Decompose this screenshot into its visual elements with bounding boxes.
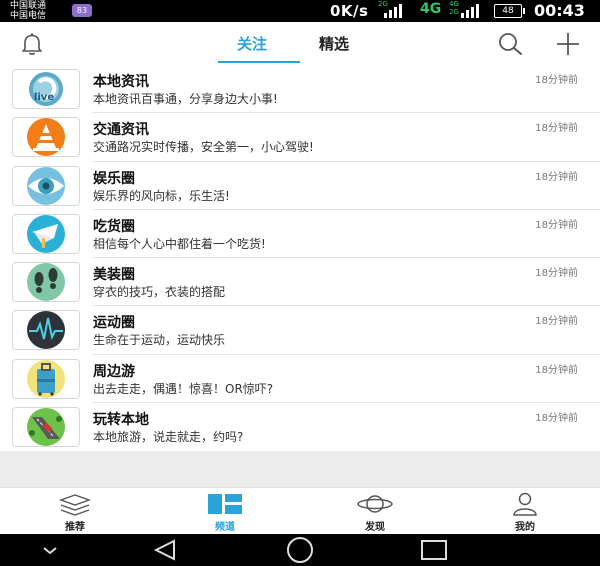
channel-title: 交通资讯 <box>93 122 149 139</box>
signal-strength-icon <box>384 2 414 18</box>
channel-title: 娱乐圈 <box>93 170 135 187</box>
eye-icon <box>12 165 80 206</box>
carrier-2: 中国电信 <box>10 11 47 21</box>
channel-time: 18分钟前 <box>535 123 578 135</box>
battery-level: 48 <box>502 6 514 16</box>
network-4g-small: 4G <box>449 0 459 8</box>
luggage-icon <box>12 358 80 399</box>
user-icon <box>513 492 537 516</box>
channel-time: 18分钟前 <box>535 171 578 183</box>
clock: 00:43 <box>534 1 585 20</box>
search-icon[interactable] <box>495 31 525 57</box>
svg-text:live: live <box>34 92 54 103</box>
channel-description: 生命在于运动，运动快乐 <box>93 333 226 348</box>
channel-description: 出去走走，偶遇！惊喜！OR惊吓? <box>93 381 274 396</box>
live-icon: live <box>12 69 80 109</box>
channel-description: 穿衣的技巧，衣装的搭配 <box>93 285 226 300</box>
list-item[interactable]: 运动圈 生命在于运动，运动快乐 18分钟前 <box>0 306 600 355</box>
channel-time: 18分钟前 <box>535 219 578 231</box>
channel-time: 18分钟前 <box>535 364 578 376</box>
back-icon[interactable] <box>150 534 182 566</box>
recent-apps-icon[interactable] <box>418 534 450 566</box>
network-speed: 0K/s <box>330 2 369 20</box>
list-item[interactable]: live 本地资讯 本地资讯百事通，分享身边大小事! 18分钟前 <box>0 65 600 114</box>
grid-icon <box>208 494 242 514</box>
chevron-down-icon[interactable] <box>38 534 62 566</box>
channel-description: 相信每个人心中都住着一个吃货! <box>93 236 266 251</box>
channel-title: 吃货圈 <box>93 218 135 235</box>
channel-description: 本地资讯百事通，分享身边大小事! <box>93 92 278 106</box>
channel-time: 18分钟前 <box>535 75 578 86</box>
active-tab-indicator <box>218 61 300 63</box>
channel-title: 美装圈 <box>93 267 135 284</box>
carrier-names: 中国联通 中国电信 <box>10 1 46 21</box>
home-icon[interactable] <box>282 534 318 566</box>
heartbeat-icon <box>12 310 80 351</box>
traffic-cone-icon <box>12 117 80 158</box>
top-bar: 关注 精选 <box>0 22 600 65</box>
channel-title: 运动圈 <box>93 315 135 332</box>
battery-icon: 48 <box>494 4 525 18</box>
system-navigation-bar <box>0 534 600 566</box>
channel-description: 娱乐界的风向标，乐生活! <box>93 188 230 203</box>
plus-icon[interactable] <box>555 31 581 57</box>
channel-description: 交通路况实时传播，安全第一，小心驾驶! <box>93 140 314 155</box>
list-item[interactable]: 美装圈 穿衣的技巧，衣装的搭配 18分钟前 <box>0 258 600 307</box>
channel-time: 18分钟前 <box>535 268 578 280</box>
signal-strength-2-icon <box>461 2 491 18</box>
layers-icon <box>58 494 92 516</box>
channel-time: 18分钟前 <box>535 316 578 328</box>
nav-label: 推荐 <box>65 522 85 533</box>
tab-follow[interactable]: 关注 <box>237 33 267 54</box>
network-2g-small: 2G <box>449 8 459 16</box>
network-mini-labels: 4G 2G <box>449 0 459 16</box>
tab-featured[interactable]: 精选 <box>319 33 349 54</box>
planet-icon <box>357 495 393 513</box>
channel-title: 本地资讯 <box>93 74 149 90</box>
bottom-navigation: 推荐 频道 发现 我的 <box>0 487 600 535</box>
food-icon <box>12 213 80 254</box>
list-item[interactable]: 周边游 出去走走，偶遇！惊喜！OR惊吓? 18分钟前 <box>0 355 600 404</box>
channel-title: 玩转本地 <box>93 412 149 429</box>
nav-item-discover[interactable]: 发现 <box>300 488 450 535</box>
list-item[interactable]: 娱乐圈 娱乐界的风向标，乐生活! 18分钟前 <box>0 162 600 210</box>
nav-item-recommend[interactable]: 推荐 <box>0 488 150 535</box>
notification-badge: 83 <box>72 4 92 17</box>
nav-item-mine[interactable]: 我的 <box>450 488 600 535</box>
list-item[interactable]: 交通资讯 交通路况实时传播，安全第一，小心驾驶! 18分钟前 <box>0 113 600 162</box>
channel-list: live 本地资讯 本地资讯百事通，分享身边大小事! 18分钟前 交通资讯 交通… <box>0 65 600 452</box>
footprints-icon <box>12 262 80 303</box>
list-item[interactable]: 玩转本地 本地旅游，说走就走，约吗? 18分钟前 <box>0 403 600 451</box>
channel-time: 18分钟前 <box>535 413 578 425</box>
road-trip-icon <box>12 407 80 448</box>
network-4g-label: 4G <box>420 1 442 17</box>
channel-description: 本地旅游，说走就走，约吗? <box>93 430 244 445</box>
list-item[interactable]: 吃货圈 相信每个人心中都住着一个吃货! 18分钟前 <box>0 210 600 259</box>
nav-label: 我的 <box>515 522 535 533</box>
nav-item-channels[interactable]: 频道 <box>150 488 300 535</box>
status-bar: 中国联通 中国电信 83 0K/s 2G 4G 4G 2G 48 00:43 <box>0 0 600 22</box>
nav-label: 发现 <box>365 522 385 533</box>
carrier-1: 中国联通 <box>10 1 47 11</box>
channel-title: 周边游 <box>93 363 135 380</box>
nav-label: 频道 <box>215 522 235 533</box>
bell-icon[interactable] <box>19 32 45 56</box>
